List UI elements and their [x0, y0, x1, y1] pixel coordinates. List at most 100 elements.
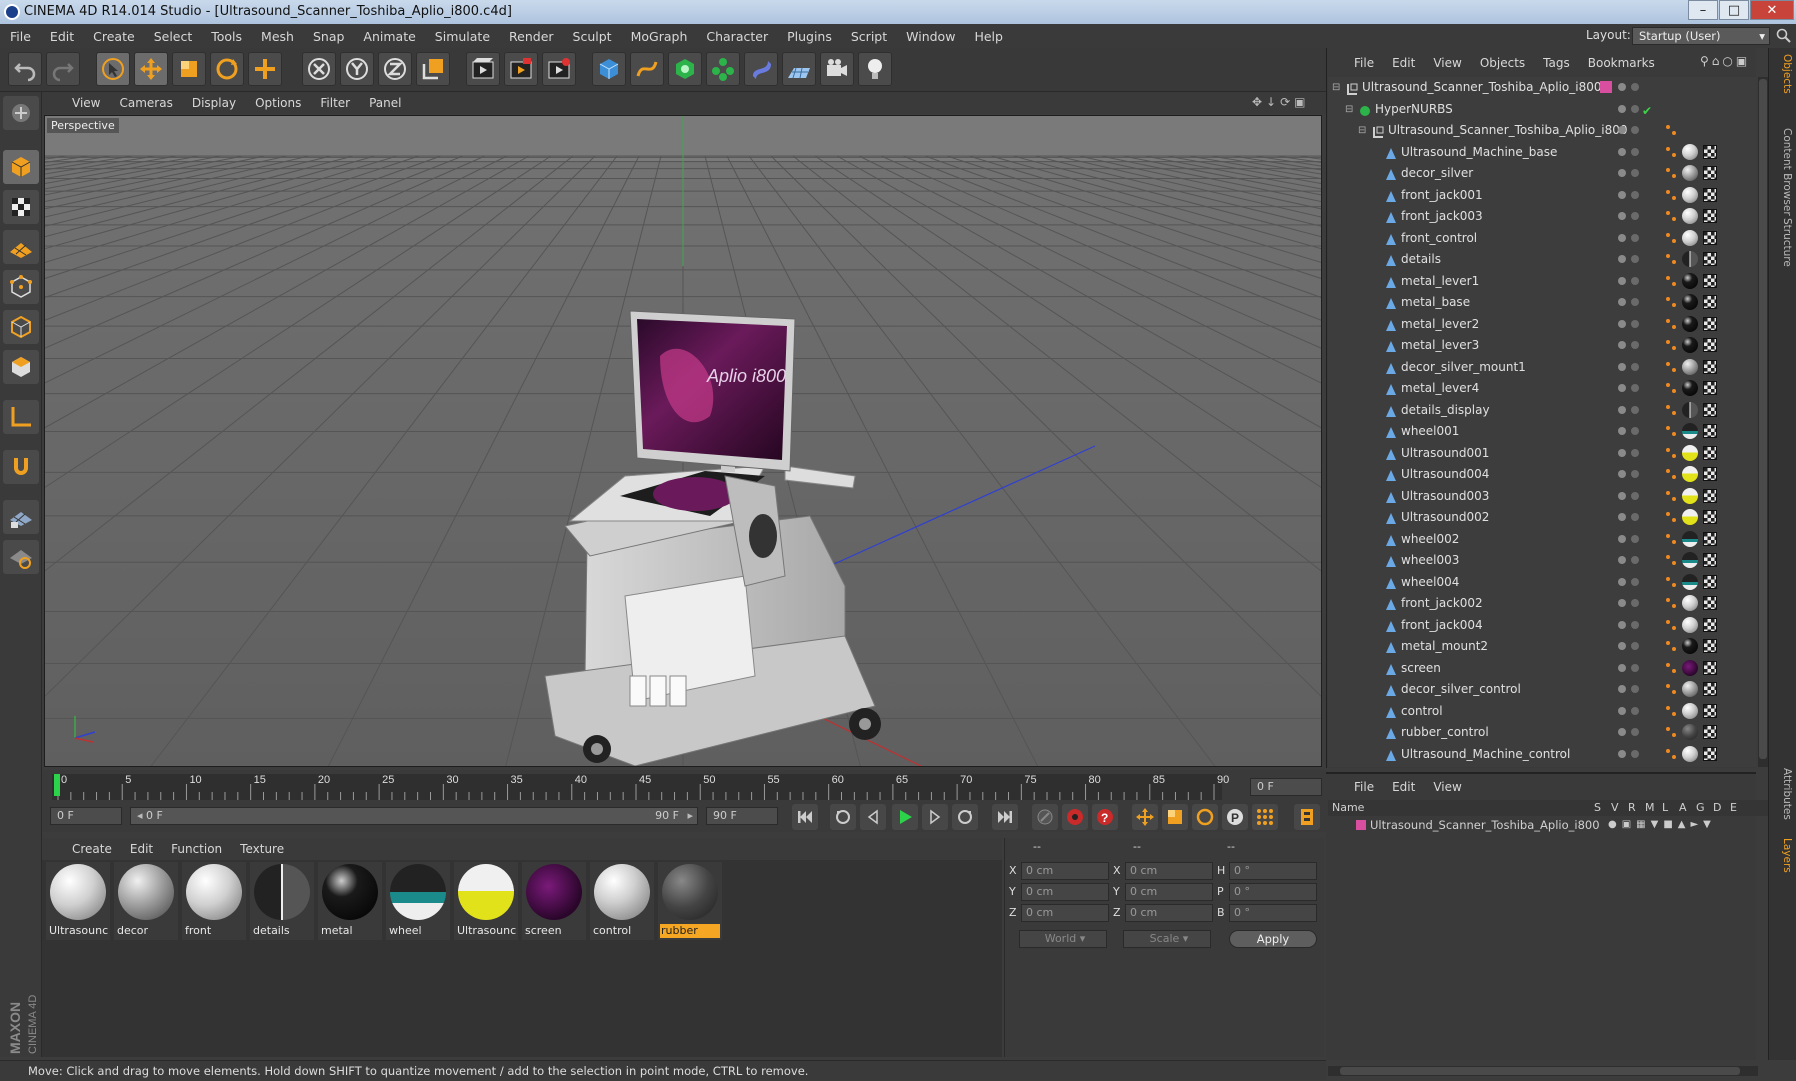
previous-frame-button[interactable]	[860, 804, 886, 830]
viewport-nav-icons[interactable]: ✥↓⟳▣	[1252, 95, 1318, 111]
render-visibility-dot[interactable]	[1631, 233, 1639, 242]
menu-window[interactable]: Window	[906, 29, 955, 44]
editor-visibility-dot[interactable]	[1618, 749, 1626, 758]
phong-tag-icon[interactable]	[1664, 123, 1678, 137]
editor-visibility-dot[interactable]	[1618, 491, 1626, 500]
material-black[interactable]: metal	[318, 862, 382, 940]
phong-tag-icon[interactable]	[1664, 295, 1678, 309]
editor-visibility-dot[interactable]	[1618, 190, 1626, 199]
material-tag-icon[interactable]	[1682, 444, 1698, 461]
object-row[interactable]: details	[1328, 249, 1756, 270]
axis-mode-button[interactable]	[3, 400, 39, 434]
object-manager-search-icon[interactable]: ⚲⌂○▣	[1700, 54, 1756, 72]
render-visibility-dot[interactable]	[1631, 384, 1639, 392]
material-tag-icon[interactable]	[1682, 659, 1698, 676]
menu-animate[interactable]: Animate	[363, 29, 415, 44]
render-visibility-dot[interactable]	[1631, 706, 1639, 715]
editor-visibility-dot[interactable]	[1618, 233, 1626, 242]
render-visibility-dot[interactable]	[1631, 126, 1639, 134]
locked-workplane-button[interactable]	[3, 500, 39, 534]
x-axis-lock[interactable]	[302, 52, 336, 86]
phong-tag-icon[interactable]	[1664, 317, 1678, 331]
material-tag-icon[interactable]	[1682, 294, 1698, 310]
object-row[interactable]: ⊟ Ultrasound_Scanner_Toshiba_Aplio_i800	[1328, 77, 1756, 98]
layer-menu-edit[interactable]: Edit	[1392, 780, 1415, 794]
editor-visibility-dot[interactable]	[1618, 319, 1626, 328]
object-row[interactable]: decor_silver_control	[1328, 679, 1756, 700]
phong-tag-icon[interactable]	[1664, 596, 1678, 610]
object-row[interactable]: wheel001	[1328, 421, 1756, 442]
material-tag-icon[interactable]	[1682, 616, 1698, 633]
uvw-tag-icon[interactable]	[1703, 445, 1717, 460]
keyframe-selection-button[interactable]: ?	[1092, 804, 1118, 830]
render-visibility-dot[interactable]	[1631, 642, 1639, 650]
phong-tag-icon[interactable]	[1664, 231, 1678, 245]
render-visibility-dot[interactable]	[1631, 556, 1639, 564]
make-editable-button[interactable]	[3, 96, 39, 130]
object-row[interactable]: front_control	[1328, 228, 1756, 249]
phong-tag-icon[interactable]	[1664, 575, 1678, 589]
object-row[interactable]: front_jack003	[1328, 206, 1756, 227]
editor-visibility-dot[interactable]	[1618, 620, 1626, 629]
uvw-tag-icon[interactable]	[1703, 144, 1717, 159]
object-row[interactable]: metal_lever1	[1328, 271, 1756, 292]
material-control[interactable]: control	[590, 862, 654, 940]
menu-script[interactable]: Script	[851, 29, 887, 44]
uvw-tag-icon[interactable]	[1703, 660, 1717, 675]
tree-expand-icon[interactable]: ⊟	[1345, 104, 1355, 115]
material-tag-icon[interactable]	[1682, 681, 1698, 697]
model-mode-button[interactable]	[3, 150, 39, 184]
object-row[interactable]: ⊟ Ultrasound_Scanner_Toshiba_Aplio_i800	[1328, 120, 1756, 141]
phong-tag-icon[interactable]	[1664, 145, 1678, 159]
render-picture-viewer-button[interactable]	[504, 52, 538, 86]
phong-tag-icon[interactable]	[1664, 424, 1678, 438]
object-menu-edit[interactable]: Edit	[1392, 56, 1415, 70]
render-visibility-dot[interactable]	[1631, 362, 1639, 371]
editor-visibility-dot[interactable]	[1618, 83, 1626, 91]
uvw-tag-icon[interactable]	[1703, 402, 1717, 417]
previous-key-button[interactable]	[830, 804, 856, 830]
play-forward-button[interactable]	[892, 804, 918, 830]
editor-visibility-dot[interactable]	[1618, 147, 1626, 156]
layer-col-a[interactable]: A	[1679, 800, 1687, 816]
material-details[interactable]: details	[250, 862, 314, 940]
render-visibility-dot[interactable]	[1631, 577, 1639, 586]
editor-visibility-dot[interactable]	[1618, 577, 1626, 586]
timeline-ruler[interactable]: 0 5 10 15 20 25 30 35 40 45 50 55 60 65 70 75 80 85 90 0 F	[42, 770, 1326, 802]
object-row[interactable]: metal_mount2	[1328, 636, 1756, 657]
render-visibility-dot[interactable]	[1631, 212, 1639, 220]
live-selection-tool[interactable]	[96, 52, 130, 86]
uvw-tag-icon[interactable]	[1703, 488, 1717, 503]
render-visibility-dot[interactable]	[1631, 491, 1639, 500]
material-tag-icon[interactable]	[1682, 143, 1698, 160]
material-tag-icon[interactable]	[1682, 745, 1698, 762]
side-tab-objects[interactable]: Objects	[1773, 54, 1793, 94]
editor-visibility-dot[interactable]	[1618, 470, 1626, 478]
render-visibility-dot[interactable]	[1631, 620, 1639, 629]
material-menu-function[interactable]: Function	[171, 842, 222, 856]
render-visibility-dot[interactable]	[1631, 341, 1639, 349]
object-row[interactable]: metal_lever3	[1328, 335, 1756, 356]
editor-visibility-dot[interactable]	[1618, 448, 1626, 457]
next-frame-button[interactable]	[922, 804, 948, 830]
uvw-tag-icon[interactable]	[1703, 531, 1717, 546]
object-menu-tags[interactable]: Tags	[1543, 56, 1570, 70]
deformer-button[interactable]	[744, 52, 778, 86]
material-tag-icon[interactable]	[1682, 380, 1698, 396]
uvw-tag-icon[interactable]	[1703, 553, 1717, 567]
object-row[interactable]: front_jack004	[1328, 615, 1756, 636]
viewport-menu-cameras[interactable]: Cameras	[119, 96, 172, 110]
editor-visibility-dot[interactable]	[1618, 104, 1626, 113]
menu-select[interactable]: Select	[154, 29, 193, 44]
edges-mode-button[interactable]	[3, 310, 39, 344]
material-tag-icon[interactable]	[1682, 509, 1698, 525]
autokeying-button[interactable]	[1062, 804, 1088, 830]
editor-visibility-dot[interactable]	[1618, 599, 1626, 607]
object-row[interactable]: Ultrasound003	[1328, 486, 1756, 507]
phong-tag-icon[interactable]	[1664, 446, 1678, 460]
object-row[interactable]: metal_lever4	[1328, 378, 1756, 399]
uvw-tag-icon[interactable]	[1703, 596, 1717, 610]
menu-file[interactable]: File	[10, 29, 31, 44]
render-visibility-dot[interactable]	[1631, 405, 1639, 414]
material-wheel[interactable]: wheel	[386, 862, 450, 940]
